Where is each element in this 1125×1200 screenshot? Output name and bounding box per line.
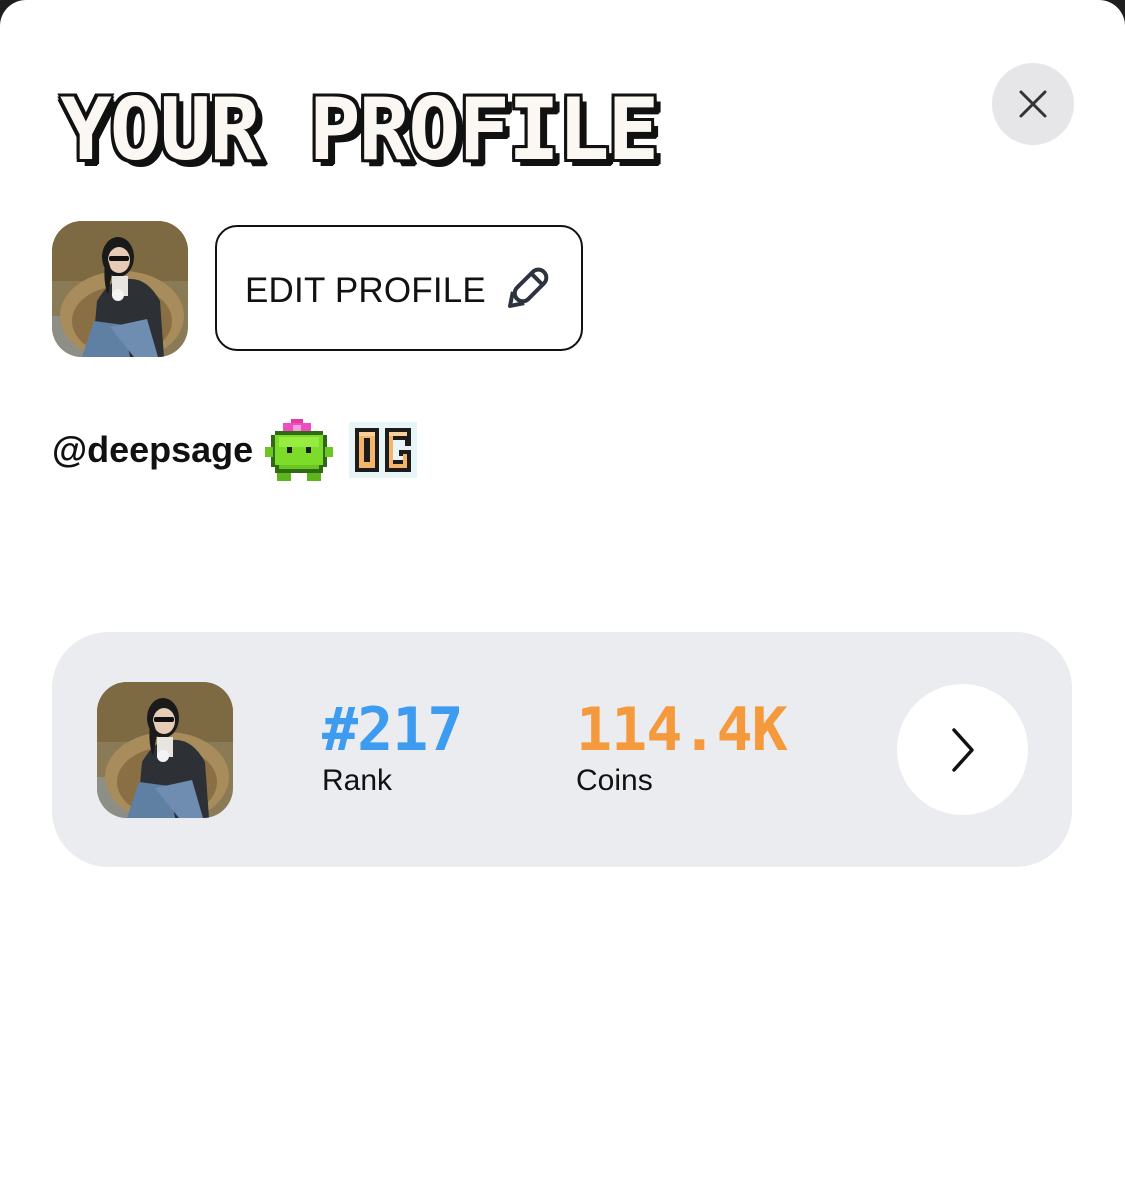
coins-value: 114.4K — [576, 695, 788, 765]
coins-label: Coins — [576, 764, 653, 797]
og-badge-icon — [349, 422, 418, 478]
profile-sheet: YOUR PROFILE EDIT PROFILE @deepsage #217… — [0, 0, 1125, 1200]
rank-stat: #217 Rank — [322, 698, 463, 798]
coins-stat: 114.4K Coins — [576, 695, 788, 798]
rank-value: #217 — [322, 695, 463, 765]
chevron-right-icon — [951, 727, 974, 772]
pencil-icon — [508, 267, 549, 308]
card-avatar — [97, 682, 233, 818]
edit-profile-label: EDIT PROFILE — [245, 271, 486, 310]
open-leaderboard-button[interactable] — [897, 684, 1028, 815]
avatar-photo — [52, 221, 188, 357]
leaderboard-card[interactable]: #217 Rank 114.4K Coins — [52, 632, 1072, 867]
close-icon — [1019, 90, 1047, 118]
close-button[interactable] — [992, 63, 1074, 145]
avatar-photo — [97, 682, 233, 818]
username-row: @deepsage — [52, 410, 433, 490]
edit-profile-button[interactable]: EDIT PROFILE — [215, 225, 583, 351]
avatar[interactable] — [52, 221, 188, 357]
page-title: YOUR PROFILE — [60, 80, 659, 180]
username: @deepsage — [52, 429, 254, 470]
rank-label: Rank — [322, 764, 393, 797]
green-frog-badge-icon — [265, 419, 334, 481]
